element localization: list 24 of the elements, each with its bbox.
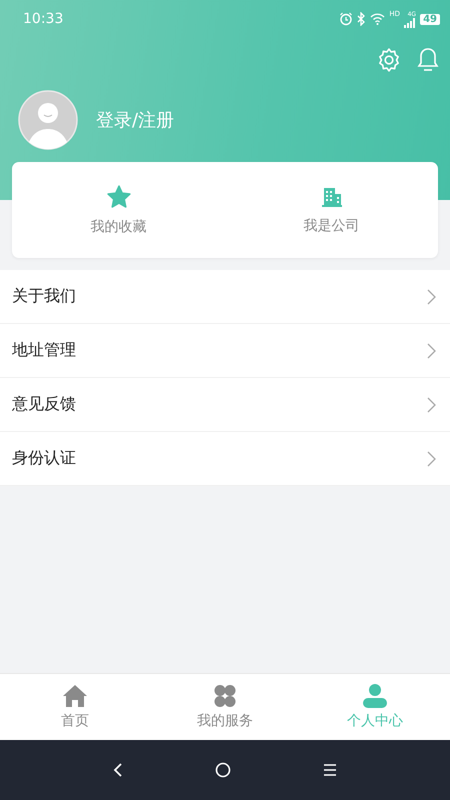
signal-icon [404,18,416,28]
clover-icon [212,684,238,708]
login-link[interactable]: 登录/注册 [96,108,174,132]
chevron-right-icon [427,450,436,466]
chevron-right-icon [427,288,436,304]
home-circle-icon[interactable] [215,762,231,778]
back-icon[interactable] [113,762,123,778]
wifi-icon [370,13,386,25]
tab[interactable]: 首页 [0,674,150,740]
status-time: 10:33 [23,11,64,27]
bluetooth-icon [357,12,366,26]
person-icon [362,684,388,708]
chevron-right-icon [427,342,436,358]
shortcut-link[interactable]: 我是公司 [304,217,360,235]
shortcut-link[interactable]: 我的收藏 [90,218,146,236]
tab[interactable]: 我的服务 [150,674,300,740]
building-icon [320,185,344,209]
menu-icon[interactable] [323,763,337,777]
alarm-icon [339,12,354,26]
battery-level: 49 [420,14,440,24]
star-icon [106,184,132,210]
tab[interactable]: 个人中心 [300,674,450,740]
chevron-right-icon [427,396,436,412]
home-icon [62,684,88,708]
